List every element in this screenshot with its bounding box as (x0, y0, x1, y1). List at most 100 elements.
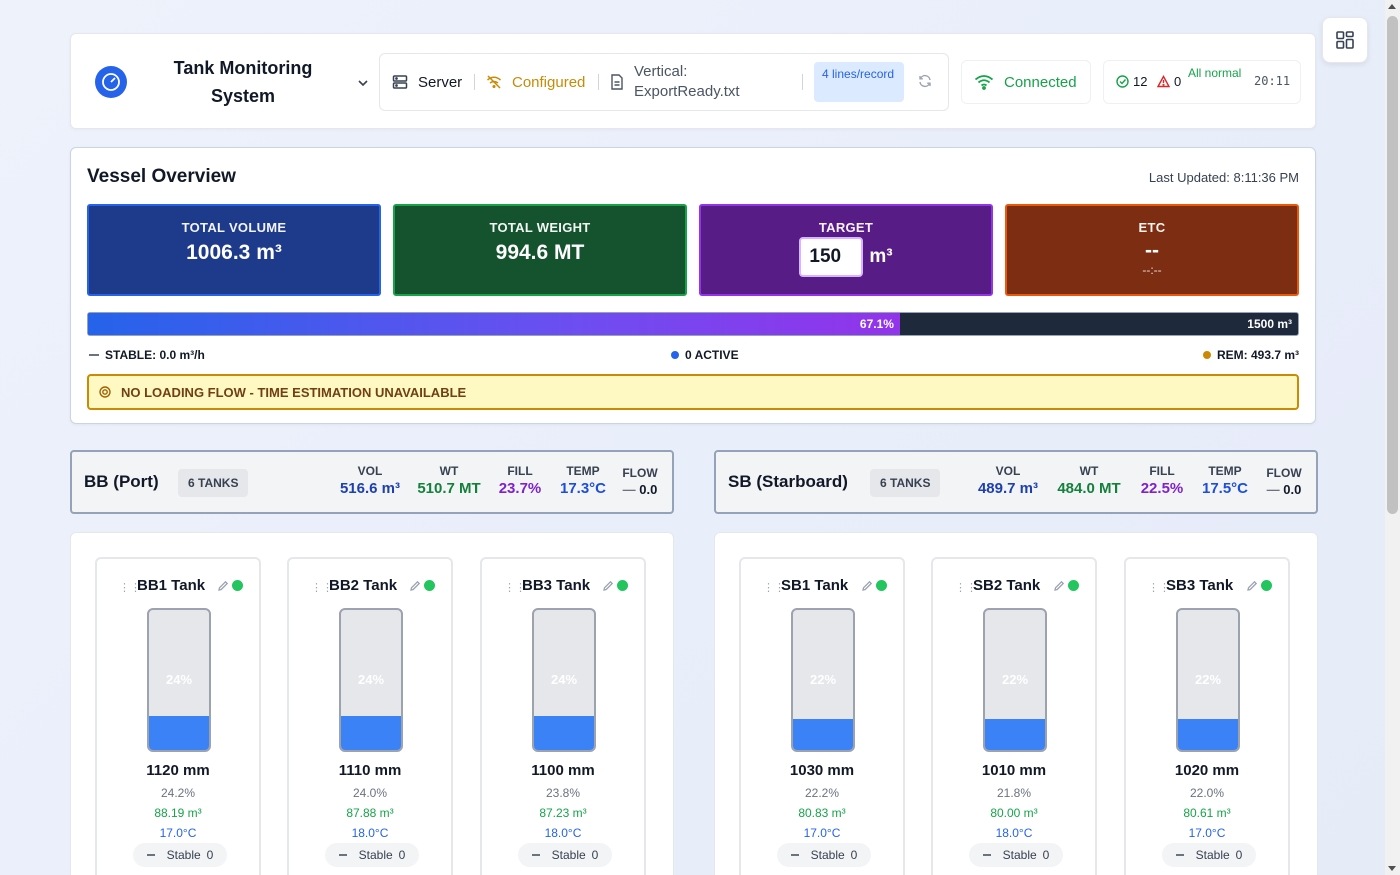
wifi-off-icon (487, 75, 501, 89)
pencil-icon[interactable] (217, 579, 229, 597)
wt-label: WT (439, 464, 459, 478)
alerts-summary[interactable]: 12 0 All normal 20:11 (1103, 60, 1301, 104)
tank-volume: 87.88 m³ (346, 806, 394, 820)
tank-level: 1020 mm (1174, 762, 1240, 779)
page-scrollbar[interactable] (1385, 0, 1400, 875)
tank-percent: 24.2% (160, 786, 196, 800)
side-fill: 23.7% (498, 480, 542, 497)
status-dot-icon (424, 580, 435, 591)
pencil-icon[interactable] (1246, 579, 1258, 597)
total-weight-card: TOTAL WEIGHT 994.6 MT (393, 204, 687, 296)
tank-percent: 22.2% (804, 786, 840, 800)
starboard-side-summary[interactable]: SB (Starboard) 6 TANKS VOL 489.7 m³ WT 484… (714, 450, 1318, 514)
tank-temperature: 18.0°C (351, 826, 389, 840)
pencil-icon[interactable] (602, 579, 614, 597)
flow-label: FLOW (622, 466, 658, 480)
tank-percent: 23.8% (545, 786, 581, 800)
tank-flow-status: Stable 0 (777, 843, 871, 867)
status-text: All normal (1188, 66, 1242, 80)
tank-count-badge: 6 TANKS (178, 469, 249, 497)
temp-label: TEMP (566, 464, 600, 478)
side-name: SB (Starboard) (728, 472, 848, 491)
side-name: BB (Port) (84, 472, 159, 491)
status-dot-icon (232, 580, 243, 591)
tank-card[interactable]: ⋮⋮ SB1 Tank 22% 1030 mm 22.2% 80.83 m³ 17.0°C S… (739, 557, 905, 875)
flow-value: 0 (1042, 848, 1050, 862)
minus-icon: — (1266, 482, 1284, 497)
tank-temperature: 17.0°C (1188, 826, 1226, 840)
config-status-label: Configured (512, 73, 586, 91)
tank-flow-status: Stable 0 (1162, 843, 1256, 867)
tank-level: 1120 mm (146, 762, 210, 779)
total-volume-card: TOTAL VOLUME 1006.3 m³ (87, 204, 381, 296)
tank-temperature: 17.0°C (159, 826, 197, 840)
tank-level-gauge: 22% (983, 608, 1047, 752)
starboard-tanks-panel: ⋮⋮ SB1 Tank 22% 1030 mm 22.2% 80.83 m³ 17.0°C S… (714, 532, 1318, 875)
tank-card[interactable]: ⋮⋮ BB3 Tank 24% 1100 mm 23.8% 87.23 m³ 18.0°C S… (480, 557, 646, 875)
tank-level: 1100 mm (531, 762, 595, 779)
server-icon (392, 75, 408, 89)
tank-name: SB3 Tank (1166, 577, 1234, 594)
clock: 20:11 (1254, 74, 1291, 88)
tank-temperature: 17.0°C (803, 826, 841, 840)
total-volume-value: 1006.3 m³ (186, 241, 282, 264)
port-side-summary[interactable]: BB (Port) 6 TANKS VOL 516.6 m³ WT 510.7 MT… (70, 450, 674, 514)
tank-percent: 22.0% (1189, 786, 1225, 800)
tank-percent: 21.8% (996, 786, 1032, 800)
port-tanks-panel: ⋮⋮ BB1 Tank 24% 1120 mm 24.2% 88.19 m³ 17.0°C S… (70, 532, 674, 875)
tank-temperature: 18.0°C (995, 826, 1033, 840)
scrollbar-thumb[interactable] (1387, 16, 1398, 514)
app-header: Tank Monitoring System Server Configured… (70, 33, 1316, 129)
source-file[interactable]: Vertical: ExportReady.txt (610, 54, 750, 110)
scroll-down-arrow[interactable] (1388, 866, 1396, 871)
target-unit: m³ (869, 246, 893, 267)
layout-toggle-button[interactable] (1322, 17, 1368, 63)
grid-icon (1336, 31, 1354, 49)
tank-temperature: 18.0°C (544, 826, 582, 840)
scroll-up-arrow[interactable] (1388, 4, 1396, 9)
status-dot-icon (1261, 580, 1272, 591)
flow-status-label: Stable (1002, 848, 1037, 862)
side-weight: 510.7 MT (417, 480, 481, 497)
tank-fill-percent: 24% (357, 672, 385, 687)
tank-card[interactable]: ⋮⋮ BB1 Tank 24% 1120 mm 24.2% 88.19 m³ 17.0°C S… (95, 557, 261, 875)
refresh-icon[interactable] (918, 74, 932, 93)
app-title: Tank Monitoring System (173, 58, 313, 106)
connection-status[interactable]: Connected (961, 60, 1091, 104)
target-card: TARGET m³ (699, 204, 993, 296)
tank-fill-percent: 24% (550, 672, 578, 687)
flow-status-label: Stable (358, 848, 393, 862)
tank-level-gauge: 22% (1176, 608, 1240, 752)
total-weight-value: 994.6 MT (495, 241, 585, 264)
target-input[interactable] (799, 237, 864, 277)
pencil-icon[interactable] (1053, 579, 1065, 597)
warning-count: 0 (1174, 74, 1182, 89)
tank-name: BB3 Tank (522, 577, 591, 594)
lines-per-record-badge: 4 lines/record (814, 62, 904, 102)
loading-progress-bar: 67.1% 1500 m³ (87, 312, 1299, 336)
minus-icon (982, 854, 991, 856)
config-status[interactable]: Configured (486, 54, 585, 110)
progress-fill (88, 313, 900, 335)
tank-card[interactable]: ⋮⋮ SB3 Tank 22% 1020 mm 22.0% 80.61 m³ 17.0°C S… (1124, 557, 1290, 875)
tank-fill-percent: 22% (1194, 672, 1222, 687)
pencil-icon[interactable] (861, 579, 873, 597)
status-dot-icon (876, 580, 887, 591)
temp-label: TEMP (1208, 464, 1242, 478)
flow-value: 0 (206, 848, 214, 862)
remaining-label: REM: 493.7 m³ (1216, 348, 1299, 362)
side-weight: 484.0 MT (1057, 480, 1121, 497)
chevron-down-icon[interactable] (357, 76, 369, 94)
server-status[interactable]: Server (392, 54, 462, 110)
flow-value: 0 (591, 848, 599, 862)
tank-card[interactable]: ⋮⋮ BB2 Tank 24% 1110 mm 24.0% 87.88 m³ 18.0°C S… (287, 557, 453, 875)
vol-label: VOL (995, 464, 1021, 478)
tank-name: BB1 Tank (137, 577, 206, 594)
warning-text: NO LOADING FLOW - TIME ESTIMATION UNAVAI… (121, 384, 467, 400)
tank-level-gauge: 22% (791, 608, 855, 752)
tank-card[interactable]: ⋮⋮ SB2 Tank 22% 1010 mm 21.8% 80.00 m³ 18.0°C S… (931, 557, 1097, 875)
side-flow: 0.0 (639, 482, 658, 497)
side-temp: 17.3°C (559, 480, 607, 497)
tank-level: 1110 mm (338, 762, 402, 779)
pencil-icon[interactable] (409, 579, 421, 597)
